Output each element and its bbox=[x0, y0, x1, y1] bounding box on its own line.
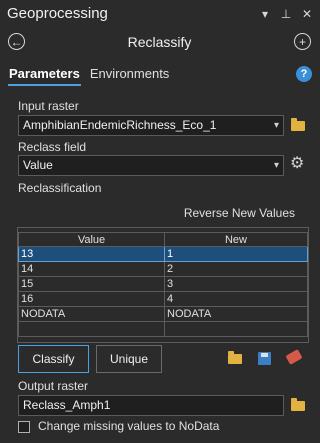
pane-title: Geoprocessing bbox=[7, 5, 108, 22]
reclass-table: Value New 13 1 14 2 15 3 16 4 NODATA NOD… bbox=[17, 227, 309, 343]
pin-icon[interactable]: ⊥ bbox=[280, 7, 292, 21]
table-row[interactable]: 15 3 bbox=[18, 277, 308, 292]
column-header-new: New bbox=[165, 232, 308, 247]
table-row[interactable]: 16 4 bbox=[18, 292, 308, 307]
folder-icon[interactable] bbox=[291, 398, 305, 411]
input-raster-field[interactable]: AmphibianEndemicRichness_Eco_1 ▾ bbox=[18, 115, 284, 136]
value-cell[interactable]: 15 bbox=[18, 277, 165, 292]
new-cell[interactable]: 3 bbox=[165, 277, 308, 292]
value-cell[interactable]: NODATA bbox=[18, 307, 165, 322]
chevron-down-icon[interactable]: ▾ bbox=[274, 116, 279, 135]
tool-title: Reclassify bbox=[127, 34, 192, 50]
table-row[interactable]: NODATA NODATA bbox=[18, 307, 308, 322]
new-cell[interactable] bbox=[165, 322, 308, 337]
reclass-field-select[interactable]: Value ▾ bbox=[18, 155, 284, 176]
new-cell[interactable]: 2 bbox=[165, 262, 308, 277]
table-row[interactable]: 14 2 bbox=[18, 262, 308, 277]
classify-button[interactable]: Classify bbox=[18, 345, 89, 373]
unique-button[interactable]: Unique bbox=[96, 345, 162, 373]
value-cell[interactable]: 13 bbox=[18, 247, 165, 262]
reclass-field-label: Reclass field bbox=[18, 140, 87, 154]
eraser-icon[interactable] bbox=[285, 349, 303, 365]
table-header: Value New bbox=[18, 232, 308, 247]
value-cell[interactable] bbox=[18, 322, 165, 337]
reclass-field-value: Value bbox=[23, 158, 53, 172]
title-bar: Geoprocessing ▾ ⊥ ✕ bbox=[0, 0, 319, 30]
reverse-new-values-button[interactable]: Reverse New Values bbox=[184, 206, 295, 220]
value-cell[interactable]: 16 bbox=[18, 292, 165, 307]
tab-environments[interactable]: Environments bbox=[89, 66, 170, 86]
tool-nav-bar: ← Reclassify + bbox=[0, 30, 319, 56]
input-raster-value: AmphibianEndemicRichness_Eco_1 bbox=[23, 118, 217, 132]
close-icon[interactable]: ✕ bbox=[301, 7, 313, 21]
new-cell[interactable]: 1 bbox=[165, 247, 308, 262]
reclassification-label: Reclassification bbox=[18, 181, 102, 195]
chevron-down-icon[interactable]: ▾ bbox=[259, 7, 271, 21]
change-missing-values-checkbox[interactable] bbox=[18, 421, 30, 433]
gear-icon[interactable]: ⚙ bbox=[290, 156, 304, 172]
open-folder-icon[interactable] bbox=[228, 351, 242, 364]
value-cell[interactable]: 14 bbox=[18, 262, 165, 277]
folder-icon[interactable] bbox=[291, 118, 305, 131]
column-header-value: Value bbox=[18, 232, 165, 247]
output-raster-field[interactable]: Reclass_Amph1 bbox=[18, 395, 284, 416]
tab-strip: Parameters Environments bbox=[8, 66, 170, 86]
output-raster-value: Reclass_Amph1 bbox=[23, 398, 111, 412]
help-icon[interactable]: ? bbox=[296, 66, 312, 82]
tab-parameters[interactable]: Parameters bbox=[8, 66, 81, 86]
input-raster-label: Input raster bbox=[18, 99, 79, 113]
new-cell[interactable]: NODATA bbox=[165, 307, 308, 322]
save-icon[interactable] bbox=[258, 352, 271, 365]
table-row[interactable] bbox=[18, 322, 308, 337]
add-icon[interactable]: + bbox=[294, 33, 311, 50]
chevron-down-icon[interactable]: ▾ bbox=[274, 156, 279, 175]
new-cell[interactable]: 4 bbox=[165, 292, 308, 307]
table-row[interactable]: 13 1 bbox=[18, 247, 308, 262]
change-missing-values-label: Change missing values to NoData bbox=[38, 419, 220, 433]
output-raster-label: Output raster bbox=[18, 379, 89, 393]
